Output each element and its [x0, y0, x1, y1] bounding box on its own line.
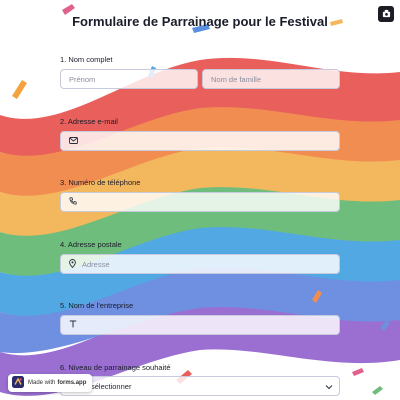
question-1-label: 1. Nom complet [60, 55, 113, 64]
company-input[interactable] [60, 315, 340, 335]
question-6-label: 6. Niveau de parrainage souhaité [60, 363, 171, 372]
chevron-down-icon [325, 383, 333, 392]
form-title: Formulaire de Parrainage pour le Festiva… [72, 14, 328, 29]
expand-button[interactable] [378, 6, 394, 22]
expand-icon [382, 5, 391, 23]
made-with-forms-app-badge[interactable]: Made with forms.app [8, 374, 92, 392]
address-input[interactable]: Adresse [60, 254, 340, 274]
first-name-placeholder: Prénom [69, 74, 96, 84]
text-t-icon [69, 320, 77, 330]
phone-icon [69, 197, 77, 207]
question-5-label: 5. Nom de l'entreprise [60, 301, 134, 310]
email-input[interactable] [60, 131, 340, 151]
made-with-text: Made with [28, 380, 56, 386]
sponsorship-level-select[interactable]: sélectionner [60, 376, 340, 396]
first-name-input[interactable]: Prénom [60, 69, 198, 89]
question-3-label: 3. Numéro de téléphone [60, 178, 141, 187]
last-name-placeholder: Nom de famille [211, 74, 262, 84]
brand-text: forms.app [57, 380, 87, 386]
forms-app-logo-icon [12, 376, 24, 390]
question-4-label: 4. Adresse postale [60, 240, 122, 249]
phone-input[interactable] [60, 192, 340, 212]
mail-icon [69, 136, 78, 146]
location-pin-icon [69, 258, 76, 270]
last-name-input[interactable]: Nom de famille [202, 69, 340, 89]
sponsorship-level-value: sélectionner [91, 381, 132, 391]
address-placeholder: Adresse [82, 259, 110, 269]
question-2-label: 2. Adresse e-mail [60, 117, 118, 126]
